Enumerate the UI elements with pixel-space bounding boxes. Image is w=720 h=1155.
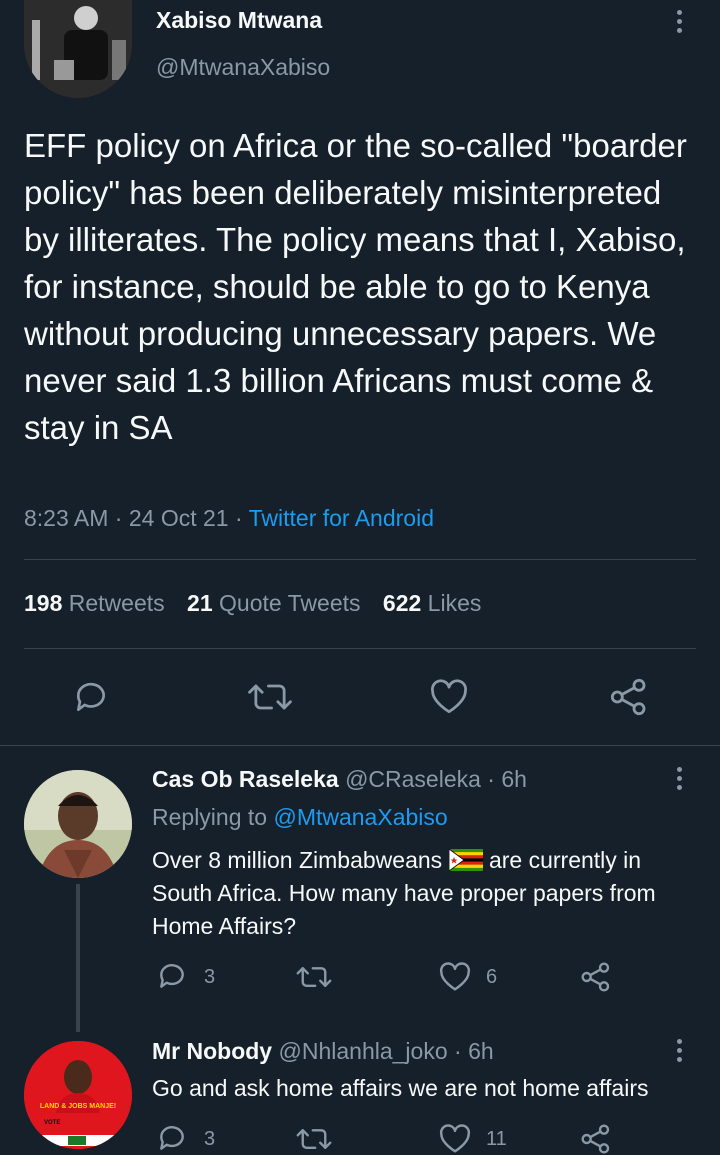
reply-age: 6h	[501, 766, 527, 792]
author-handle[interactable]: @MtwanaXabiso	[156, 54, 330, 81]
reply-avatar[interactable]: LAND & JOBS MANJE! VOTE	[24, 1041, 132, 1149]
share-icon[interactable]	[580, 961, 612, 993]
likes-stat[interactable]: 622 Likes	[383, 590, 481, 616]
reply-text: Go and ask home affairs we are not home …	[152, 1075, 649, 1101]
author-photo	[24, 0, 132, 98]
replying-to: Replying to @MtwanaXabiso	[152, 804, 448, 831]
retweets-count: 198	[24, 590, 63, 616]
author-avatar[interactable]	[24, 0, 132, 98]
reply-icon[interactable]	[156, 1122, 188, 1154]
reply-author-photo	[24, 770, 132, 878]
reply-author-name[interactable]: Mr Nobody	[152, 1038, 272, 1064]
avatar-caption: LAND & JOBS MANJE!	[39, 1103, 117, 1110]
reply-author-name[interactable]: Cas Ob Raseleka	[152, 766, 339, 792]
retweet-icon[interactable]	[296, 962, 332, 992]
share-icon[interactable]	[580, 1123, 612, 1155]
section-divider	[0, 745, 720, 746]
reply-author-handle[interactable]: @Nhlanhla_joko	[279, 1038, 448, 1064]
reply-author-handle[interactable]: @CRaseleka	[345, 766, 481, 792]
reply-text: Over 8 million Zimbabweans are currently…	[152, 844, 696, 943]
more-options-icon[interactable]	[676, 767, 684, 794]
reply-separator: ·	[487, 766, 495, 792]
like-icon[interactable]	[429, 679, 469, 715]
reply-author-photo	[24, 1041, 132, 1149]
tweet-meta: 8:23 AM · 24 Oct 21 · Twitter for Androi…	[24, 505, 434, 532]
like-icon[interactable]	[438, 1124, 472, 1154]
tweet-date: 24 Oct 21	[128, 505, 229, 531]
share-icon[interactable]	[609, 677, 649, 717]
quotes-stat[interactable]: 21 Quote Tweets	[187, 590, 367, 616]
like-count: 6	[486, 966, 498, 988]
retweet-icon[interactable]	[248, 678, 292, 716]
retweet-icon[interactable]	[296, 1124, 332, 1154]
reply-count: 3	[204, 966, 216, 988]
author-name[interactable]: Xabiso Mtwana	[156, 7, 322, 34]
likes-label: Likes	[427, 590, 482, 616]
replying-to-label: Replying to	[152, 804, 268, 830]
tweet-time: 8:23 AM	[24, 505, 109, 531]
quotes-label: Quote Tweets	[219, 590, 361, 616]
zimbabwe-flag-icon	[448, 848, 483, 872]
thread-line	[76, 884, 80, 1032]
tweet-text: EFF policy on Africa or the so-called "b…	[24, 127, 687, 446]
reply-age: 6h	[468, 1038, 494, 1064]
more-options-icon[interactable]	[676, 10, 684, 37]
retweets-stat[interactable]: 198 Retweets	[24, 590, 171, 616]
like-count: 11	[486, 1128, 507, 1150]
reply-header: Mr Nobody @Nhlanhla_joko · 6h	[152, 1038, 494, 1065]
tweet-source[interactable]: Twitter for Android	[249, 505, 434, 531]
replying-to-handle[interactable]: @MtwanaXabiso	[273, 804, 447, 830]
meta-separator: ·	[234, 505, 243, 531]
tweet-stats: 198 Retweets 21 Quote Tweets 622 Likes	[24, 590, 481, 617]
like-icon[interactable]	[438, 962, 472, 992]
more-options-icon[interactable]	[676, 1039, 684, 1066]
quotes-count: 21	[187, 590, 213, 616]
reply-count: 3	[204, 1128, 216, 1150]
divider	[24, 559, 696, 560]
reply-separator: ·	[454, 1038, 462, 1064]
meta-separator: ·	[114, 505, 123, 531]
reply-avatar[interactable]	[24, 770, 132, 878]
divider	[24, 648, 696, 649]
retweets-label: Retweets	[68, 590, 165, 616]
avatar-vote: VOTE	[44, 1120, 61, 1126]
reply-header: Cas Ob Raseleka @CRaseleka · 6h	[152, 766, 527, 793]
reply-icon[interactable]	[156, 960, 188, 992]
reply-icon[interactable]	[72, 678, 110, 716]
reply-text-part1: Over 8 million Zimbabweans	[152, 847, 443, 873]
likes-count: 622	[382, 590, 422, 616]
